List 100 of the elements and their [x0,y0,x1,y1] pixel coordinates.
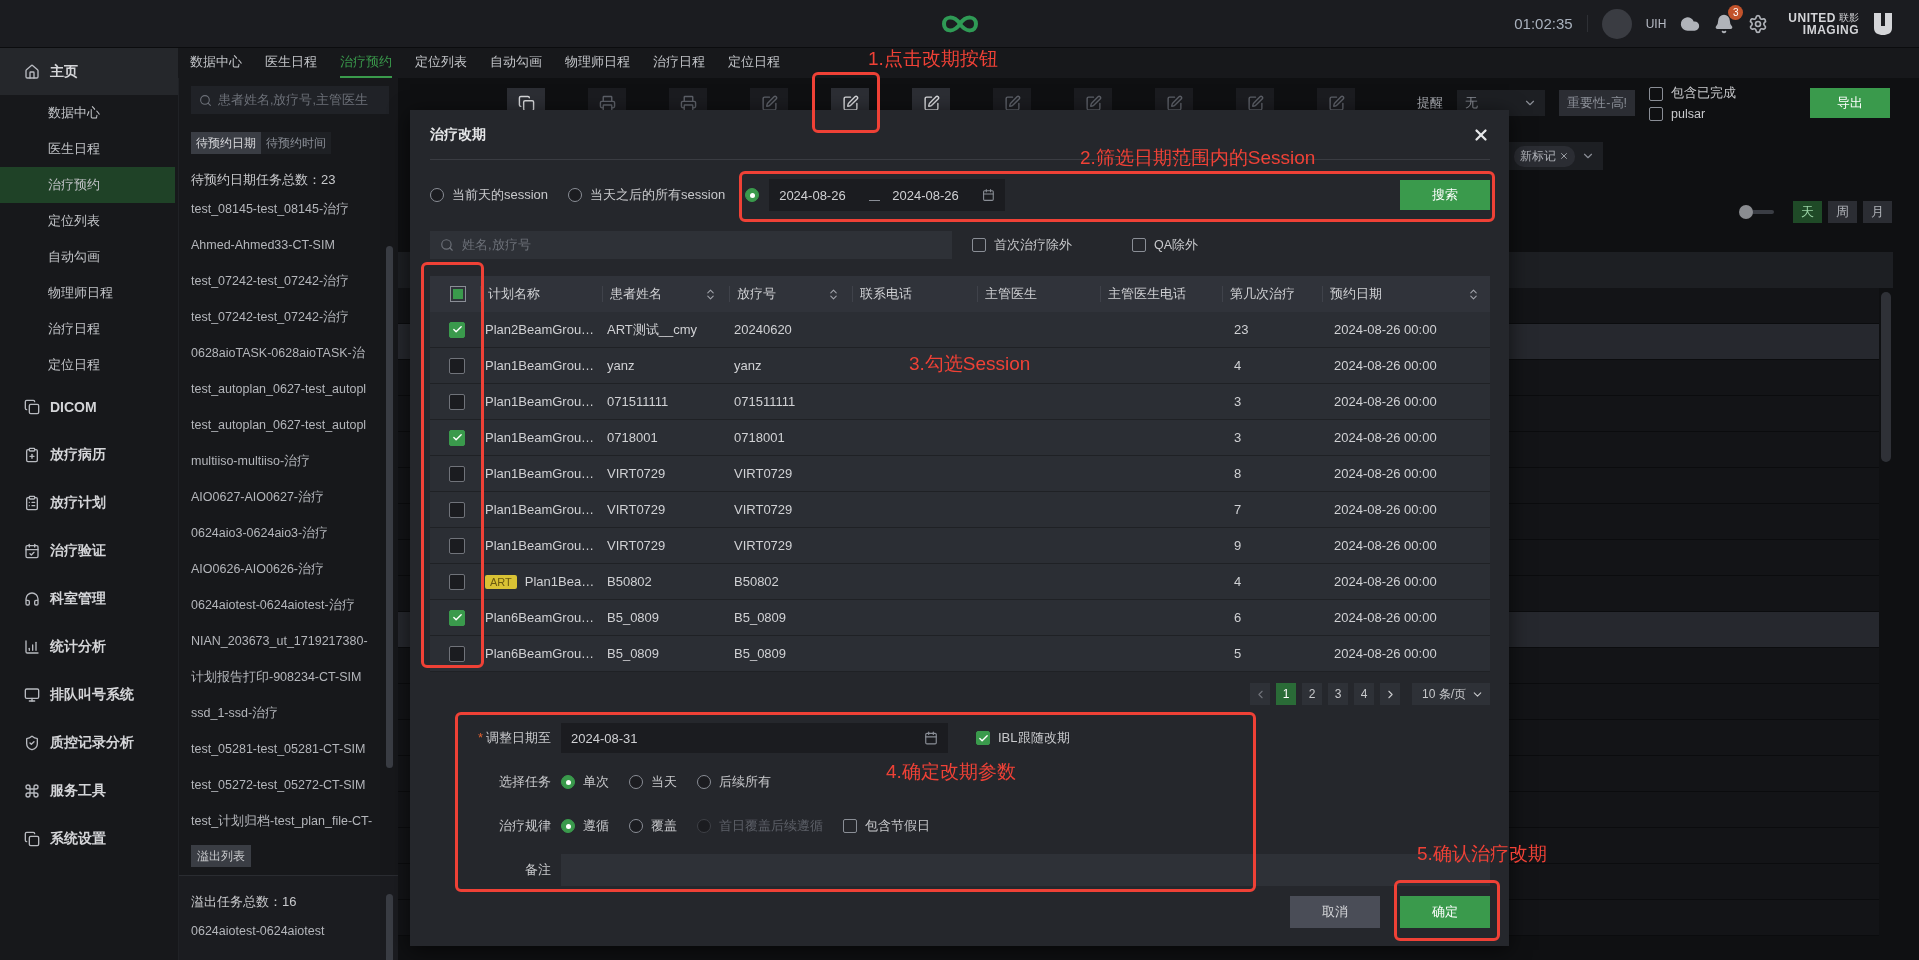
scrollbar[interactable] [1881,292,1891,462]
date-field[interactable]: 2024-08-31 [561,723,948,753]
view-mode-tab[interactable]: 周 [1828,201,1857,223]
tag-select[interactable]: 新标记 [1506,142,1603,170]
next-page-button[interactable] [1380,683,1400,705]
previous-page-button[interactable] [1250,683,1270,705]
page-button[interactable]: 2 [1302,683,1322,705]
module-tab[interactable]: 定位列表 [415,48,467,78]
sort-icon[interactable] [1467,287,1480,301]
module-tab[interactable]: 医生日程 [265,48,317,78]
task-item[interactable]: AIO0627-AIO0627-治疗 [191,479,398,515]
sidebar-section[interactable]: 服务工具 [0,767,178,815]
confirm-button[interactable]: 确定 [1400,896,1490,928]
sidebar-section[interactable]: 主页 [0,48,178,95]
sidebar-section[interactable]: DICOM [0,383,178,431]
module-tab[interactable]: 治疗日程 [653,48,705,78]
bell-icon[interactable] [1714,13,1735,34]
export-button[interactable]: 导出 [1810,88,1890,118]
task-item[interactable]: ssd_1-ssd-治疗 [191,695,398,731]
checkbox[interactable] [1649,86,1663,101]
sidebar-item[interactable]: 数据中心 [0,95,175,131]
task-item[interactable]: test_autoplan_0627-test_autopl [191,407,398,443]
module-tab[interactable]: 数据中心 [190,48,242,78]
row-checkbox[interactable] [449,609,465,626]
sidebar-item[interactable]: 治疗日程 [0,311,175,347]
sort-icon[interactable] [704,287,717,301]
task-item[interactable]: test_08145-test_08145-治疗 [191,191,398,227]
module-tab[interactable]: 定位日程 [728,48,780,78]
priority-button[interactable]: 重要性-高! [1559,90,1635,116]
task-item[interactable]: 计划报告打印-908234-CT-SIM [191,659,398,695]
row-checkbox[interactable] [449,501,465,518]
overflow-list-button[interactable]: 溢出列表 [191,845,251,867]
task-item[interactable]: 0624aiotest-0624aiotest-治疗 [191,587,398,623]
task-item[interactable]: NIAN_203673_ut_1719217380- [191,623,398,659]
sidebar-item[interactable]: 治疗预约 [0,167,175,203]
row-checkbox[interactable] [449,465,465,482]
checkbox[interactable] [976,731,990,745]
sidebar-item[interactable]: 定位列表 [0,203,175,239]
sidebar-section[interactable]: 排队叫号系统 [0,671,178,719]
sidebar-section[interactable]: 质控记录分析 [0,719,178,767]
task-item[interactable]: 0624aiotest-0624aiotest [191,913,398,949]
search-button[interactable]: 搜索 [1400,180,1490,210]
task-item[interactable]: test_07242-test_07242-治疗 [191,263,398,299]
sidebar-section[interactable]: 系统设置 [0,815,178,863]
radio-button[interactable] [629,819,643,833]
radio-button[interactable] [568,188,583,202]
filter-tab[interactable]: 待预约日期 [191,132,261,154]
cancel-button[interactable]: 取消 [1290,896,1380,928]
close-icon[interactable] [1559,151,1569,161]
view-mode-tab[interactable]: 月 [1863,201,1892,223]
column-header[interactable]: 患者姓名 [602,276,729,312]
radio-button[interactable] [430,188,444,202]
module-tab[interactable]: 自动勾画 [490,48,542,78]
settings-icon[interactable] [1748,13,1769,34]
sidebar-item[interactable]: 自动勾画 [0,239,175,275]
column-header[interactable]: 预约日期 [1322,276,1492,312]
task-item[interactable]: test_计划归档-test_plan_file-CT- [191,803,398,839]
task-item[interactable]: multiiso-multiiso-治疗 [191,443,398,479]
sort-icon[interactable] [827,287,840,301]
view-mode-tab[interactable]: 天 [1793,201,1822,223]
sidebar-section[interactable]: 放疗病历 [0,431,178,479]
task-item[interactable]: Ahmed-Ahmed33-CT-SIM [191,227,398,263]
page-button[interactable]: 1 [1276,683,1296,705]
checkbox[interactable] [972,238,986,252]
radio-button[interactable] [629,775,643,789]
sidebar-section[interactable]: 科室管理 [0,575,178,623]
task-item[interactable]: 0624aio3-0624aio3-治疗 [191,515,398,551]
row-checkbox[interactable] [449,321,465,338]
task-item[interactable]: test_autoplan_0627-test_autopl [191,371,398,407]
page-size-select[interactable]: 10 条/页 [1412,683,1490,705]
checkbox[interactable] [1132,238,1146,252]
row-checkbox[interactable] [449,429,465,446]
row-checkbox[interactable] [449,645,465,662]
radio-button[interactable] [561,819,575,833]
filter-tab[interactable]: 待预约时间 [261,132,331,154]
sidebar-item[interactable]: 物理师日程 [0,275,175,311]
row-checkbox[interactable] [449,357,465,374]
task-item[interactable]: test_05272-test_05272-CT-SIM [191,767,398,803]
sidebar-item[interactable]: 医生日程 [0,131,175,167]
page-button[interactable]: 4 [1354,683,1374,705]
task-item[interactable]: AIO0626-AIO0626-治疗 [191,551,398,587]
task-item[interactable]: 0628aioTASK-0628aioTASK-治 [191,335,398,371]
scrollbar[interactable] [386,246,393,768]
select-all-checkbox[interactable] [450,286,466,302]
row-checkbox[interactable] [449,393,465,410]
radio-button[interactable] [697,775,711,789]
sidebar-section[interactable]: 放疗计划 [0,479,178,527]
tag-chip[interactable]: 新标记 [1514,145,1575,167]
sidebar-section[interactable]: 统计分析 [0,623,178,671]
radio-button[interactable] [745,188,760,202]
radio-button[interactable] [561,775,575,789]
row-checkbox[interactable] [449,573,465,590]
sidebar-section[interactable]: 治疗验证 [0,527,178,575]
task-item[interactable]: test_05281-test_05281-CT-SIM [191,731,398,767]
sidebar-item[interactable]: 定位日程 [0,347,175,383]
checkbox[interactable] [843,819,857,833]
module-tab[interactable]: 物理师日程 [565,48,630,78]
row-checkbox[interactable] [449,537,465,554]
column-header[interactable]: 放疗号 [729,276,852,312]
toggle-switch[interactable] [1739,205,1774,219]
